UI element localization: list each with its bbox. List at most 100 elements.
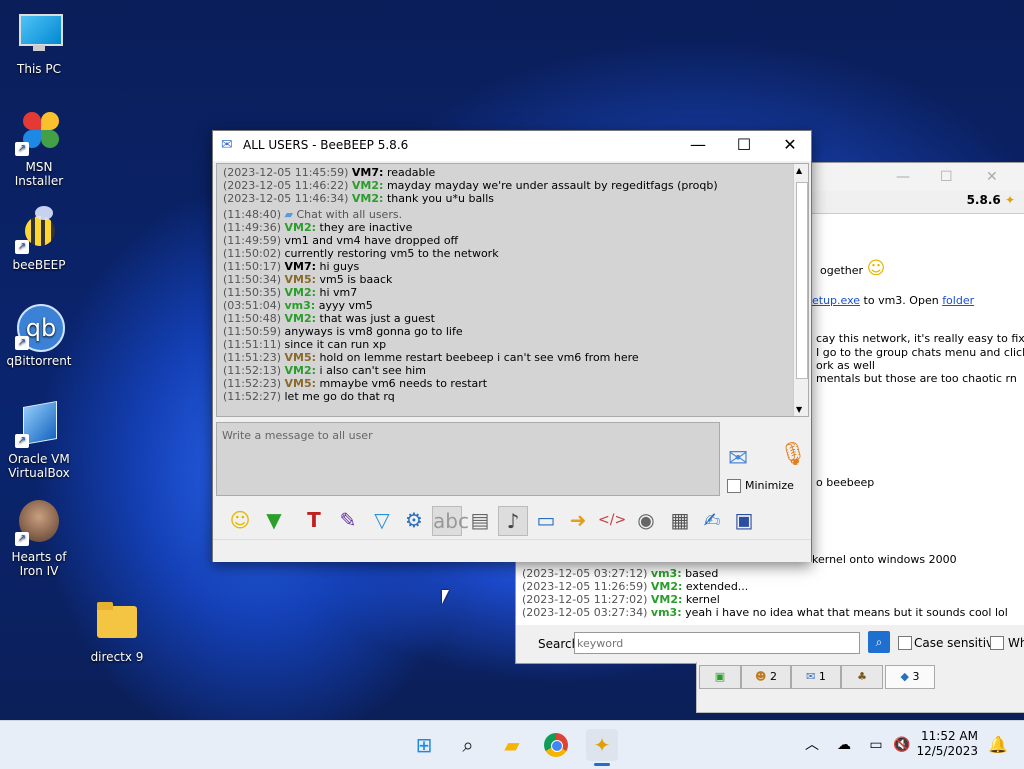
- clock-time: 11:52 AM: [921, 729, 978, 743]
- close-icon[interactable]: ✕: [775, 135, 805, 154]
- minimize-icon[interactable]: —: [683, 135, 713, 154]
- chat-fragment: ork as well: [816, 359, 875, 372]
- message-timestamp: (11:50:02): [223, 247, 281, 260]
- chat-bubble-icon: ▰: [284, 208, 297, 221]
- chat-fragment: I go to the group chats menu and click a…: [816, 346, 1024, 359]
- send-file-icon[interactable]: ▭: [532, 506, 560, 534]
- case-sensitive-label: Case sensitive: [914, 636, 1001, 650]
- message-text: hi vm7: [316, 286, 358, 299]
- volume-muted-icon[interactable]: 🔇: [886, 729, 918, 761]
- tab-chats[interactable]: ✉ 1: [791, 665, 841, 689]
- file-explorer-icon[interactable]: ▰: [496, 729, 528, 761]
- minimize-checkbox[interactable]: [727, 479, 741, 493]
- message-log[interactable]: (2023-12-05 11:45:59) VM7: readable (2023…: [216, 163, 809, 417]
- desktop-icon-this-pc[interactable]: This PC: [1, 10, 77, 76]
- users-icon: ☻: [755, 670, 767, 683]
- sound-note-icon[interactable]: ♪: [498, 506, 528, 536]
- message-text: currently restoring vm5 to the network: [284, 247, 499, 260]
- monitor-icon: [15, 10, 63, 58]
- group-icon: ♣: [857, 670, 867, 683]
- whole-word-label: Wh: [1008, 636, 1024, 650]
- chat-message: (11:52:23) VM5: mmaybe vm6 needs to rest…: [223, 377, 487, 390]
- start-windows-icon[interactable]: ⊞: [408, 729, 440, 761]
- chrome-icon[interactable]: [540, 729, 572, 761]
- close-icon[interactable]: ✕: [986, 169, 998, 185]
- desktop-icon-virtualbox[interactable]: ↗ Oracle VM VirtualBox: [1, 400, 77, 480]
- message-text: readable: [383, 166, 436, 179]
- desktop-icon-label: Oracle VM VirtualBox: [8, 452, 70, 480]
- notification-bell-icon[interactable]: 🔔: [982, 729, 1014, 761]
- screenshot-icon[interactable]: ◉: [632, 506, 660, 534]
- case-sensitive-checkbox[interactable]: [898, 636, 912, 650]
- minimize-icon[interactable]: —: [896, 169, 910, 185]
- send-icon[interactable]: ✉: [728, 444, 758, 472]
- message-timestamp: (11:49:59): [223, 234, 281, 247]
- cloud-offline-icon[interactable]: ☁: [828, 729, 860, 761]
- desktop-icon-directx9[interactable]: directx 9: [79, 598, 155, 664]
- hoi-icon: ↗: [15, 498, 63, 546]
- message-timestamp: (11:52:23): [223, 377, 281, 390]
- desktop-icon-label: beeBEEP: [12, 258, 66, 272]
- message-timestamp: (2023-12-05 11:46:34): [223, 192, 349, 205]
- virtualbox-icon: ↗: [15, 400, 63, 448]
- message-user: VM7: [284, 260, 312, 273]
- search-icon[interactable]: ⌕: [868, 631, 890, 653]
- message-timestamp: (2023-12-05 11:45:59): [223, 166, 349, 179]
- history-icon[interactable]: ▦: [666, 506, 694, 534]
- spellcheck-icon[interactable]: abc: [432, 506, 469, 536]
- scrollbar[interactable]: ▲ ▼: [793, 164, 808, 416]
- dictionary-icon[interactable]: ▤: [466, 506, 494, 534]
- send-folder-icon[interactable]: ➜: [564, 506, 592, 534]
- desktop-icon-hearts-of-iron[interactable]: ↗ Hearts of Iron IV: [1, 498, 77, 578]
- tab-users[interactable]: ☻ 2: [741, 665, 791, 689]
- whole-word-checkbox[interactable]: [990, 636, 1004, 650]
- html-code-icon[interactable]: </>: [598, 506, 626, 534]
- shortcut-arrow-icon: ↗: [15, 532, 29, 546]
- search-input[interactable]: [574, 632, 860, 654]
- desktop: This PC ↗ MSN Installer ↗ beeBEEP qb ↗ q…: [0, 0, 1024, 720]
- shortcut-arrow-icon: ↗: [15, 434, 29, 448]
- folder-link[interactable]: folder: [942, 294, 974, 307]
- font-icon[interactable]: T: [300, 506, 328, 534]
- microphone-icon[interactable]: 🎙: [779, 442, 807, 472]
- chat-message: (11:50:02) currently restoring vm5 to th…: [223, 247, 499, 260]
- save-chat-icon[interactable]: ▣: [730, 506, 758, 534]
- main-chat-window[interactable]: ✉ ALL USERS - BeeBEEP 5.8.6 — ☐ ✕ (2023-…: [212, 130, 812, 562]
- beebeep-chat-icon: ✉: [221, 137, 233, 153]
- color-picker-icon[interactable]: ✎: [334, 506, 362, 534]
- compose-placeholder: Write a message to all user: [222, 429, 373, 442]
- scroll-down-icon[interactable]: ▼: [796, 405, 802, 414]
- emoticon-icon[interactable]: ☺: [226, 506, 254, 534]
- beebeep-taskbar-icon[interactable]: ✦: [586, 729, 618, 761]
- tab-count: 2: [769, 670, 777, 683]
- search-icon[interactable]: ⌕: [452, 729, 484, 761]
- chat-fragment: ogether ☺: [820, 258, 886, 279]
- desktop-icon-qbittorrent[interactable]: qb ↗ qBittorrent: [1, 302, 77, 368]
- tab-home[interactable]: ▣: [699, 665, 741, 689]
- scroll-up-icon[interactable]: ▲: [796, 166, 802, 175]
- maximize-icon[interactable]: ☐: [940, 169, 953, 185]
- chevron-up-icon[interactable]: ︿: [796, 729, 828, 761]
- desktop-icon-msn-installer[interactable]: ↗ MSN Installer: [1, 108, 77, 188]
- emoticon-menu-icon[interactable]: ▼: [260, 506, 288, 534]
- chat-tabs: ▣ ☻ 2 ✉ 1 ♣ ◆ 3: [696, 662, 1024, 713]
- settings-gear-icon[interactable]: ⚙: [400, 506, 428, 534]
- message-input[interactable]: Write a message to all user: [216, 422, 720, 496]
- tab-count: 3: [912, 670, 920, 683]
- filter-icon[interactable]: ▽: [368, 506, 396, 534]
- notes-icon[interactable]: ✍: [698, 506, 726, 534]
- share-icon: ◆: [900, 670, 909, 683]
- scroll-thumb[interactable]: [796, 182, 808, 379]
- chat-message: (2023-12-05 11:46:22) VM2: mayday mayday…: [223, 179, 718, 192]
- message-timestamp: (11:52:13): [223, 364, 281, 377]
- file-link[interactable]: etup.exe: [812, 294, 860, 307]
- chat-message: (11:50:35) VM2: hi vm7: [223, 286, 357, 299]
- message-timestamp: (03:51:04): [223, 299, 281, 312]
- chat-line: (2023-12-05 03:27:12) vm3: based: [522, 567, 719, 580]
- maximize-icon[interactable]: ☐: [729, 135, 759, 154]
- desktop-icon-beebeep[interactable]: ↗ beeBEEP: [1, 206, 77, 272]
- tab-files[interactable]: ◆ 3: [885, 665, 935, 689]
- system-clock[interactable]: 11:52 AM 12/5/2023: [916, 729, 978, 759]
- tab-groups[interactable]: ♣: [841, 665, 883, 689]
- titlebar[interactable]: ✉ ALL USERS - BeeBEEP 5.8.6 — ☐ ✕: [213, 131, 811, 161]
